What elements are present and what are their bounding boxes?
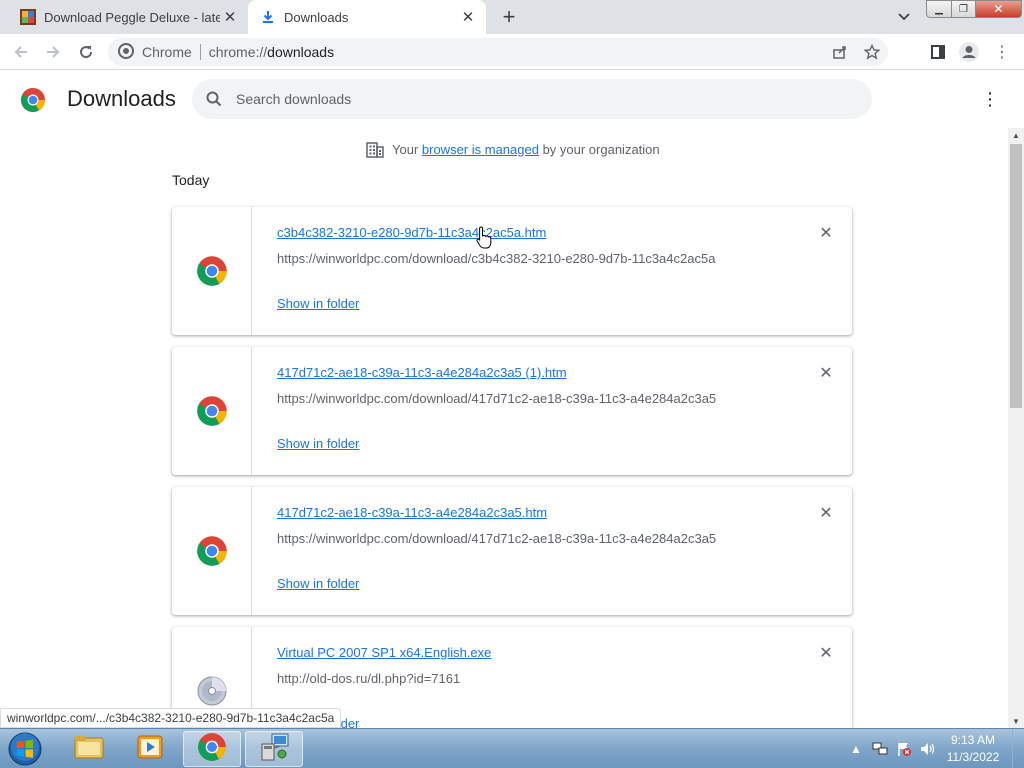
back-button[interactable] xyxy=(10,41,32,63)
new-tab-button[interactable]: + xyxy=(498,4,520,29)
more-actions-icon[interactable]: ⋮ xyxy=(978,87,1002,111)
download-source-url[interactable]: https://winworldpc.com/download/417d71c2… xyxy=(277,391,716,406)
profile-avatar[interactable] xyxy=(956,40,982,64)
section-header-today: Today xyxy=(172,172,210,188)
tab-search-icon[interactable] xyxy=(894,8,914,26)
windows-taskbar: ▲ 9:13 AM 11/3/2022 xyxy=(0,728,1024,768)
disc-file-icon xyxy=(196,675,228,707)
site-label: Chrome xyxy=(142,44,192,60)
show-in-folder-link[interactable]: Show in folder xyxy=(277,436,359,451)
download-item: 417d71c2-ae18-c39a-11c3-a4e284a2c3a5.htm… xyxy=(172,487,852,615)
window-close-button[interactable]: ✕ xyxy=(976,0,1022,18)
download-icon xyxy=(260,9,276,25)
show-desktop-button[interactable] xyxy=(1012,729,1024,768)
bookmark-star-icon[interactable] xyxy=(856,44,888,60)
address-bar[interactable]: Chrome chrome://downloads xyxy=(108,38,888,66)
chrome-file-icon xyxy=(196,255,228,287)
managed-link[interactable]: browser is managed xyxy=(422,142,539,157)
scrollbar-thumb[interactable] xyxy=(1010,144,1022,408)
downloads-header: Downloads ⋮ xyxy=(0,71,1024,127)
managed-prefix: Your xyxy=(392,141,422,157)
action-center-flag-icon[interactable] xyxy=(892,741,916,757)
close-tab-icon[interactable]: ✕ xyxy=(220,7,240,27)
remove-download-icon[interactable]: ✕ xyxy=(816,363,836,383)
link-status-bubble: winworldpc.com/.../c3b4c382-3210-e280-9d… xyxy=(0,708,342,728)
url-text[interactable]: chrome://downloads xyxy=(209,44,334,60)
search-input[interactable] xyxy=(236,91,736,107)
forward-button[interactable] xyxy=(42,41,64,63)
download-item: 417d71c2-ae18-c39a-11c3-a4e284a2c3a5 (1)… xyxy=(172,347,852,475)
start-button[interactable] xyxy=(4,731,46,767)
url-path: downloads xyxy=(267,44,335,60)
taskbar-chrome-button[interactable] xyxy=(183,731,241,767)
taskbar-explorer-button[interactable] xyxy=(60,731,118,767)
tab-title: Download Peggle Deluxe - latest xyxy=(44,9,220,25)
side-panel-icon[interactable] xyxy=(926,40,950,64)
clock-time: 9:13 AM xyxy=(950,733,996,747)
omnibox-divider xyxy=(199,44,201,60)
chrome-logo-icon xyxy=(20,87,46,113)
reload-button[interactable] xyxy=(75,41,97,63)
site-info[interactable]: Chrome xyxy=(118,42,192,62)
chrome-icon xyxy=(197,732,227,767)
download-item: c3b4c382-3210-e280-9d7b-11c3a4c2ac5a.htm… xyxy=(172,207,852,335)
minimize-button[interactable]: ▁ xyxy=(926,0,952,18)
window-controls: ▁ ❐ ✕ xyxy=(926,0,1022,18)
peggle-icon xyxy=(20,9,36,25)
file-icon-column xyxy=(172,347,252,475)
tab-downloads[interactable]: Downloads ✕ xyxy=(248,0,486,34)
show-in-folder-link[interactable]: Show in folder xyxy=(277,576,359,591)
page-title: Downloads xyxy=(67,86,176,111)
browser-toolbar: Chrome chrome://downloads ⋮ xyxy=(0,34,1024,70)
file-icon-column xyxy=(172,207,252,335)
download-filename-link[interactable]: Virtual PC 2007 SP1 x64.English.exe xyxy=(277,645,491,660)
download-filename-link[interactable]: 417d71c2-ae18-c39a-11c3-a4e284a2c3a5.htm xyxy=(277,505,547,520)
network-icon[interactable] xyxy=(868,742,892,756)
taskbar-media-player-button[interactable] xyxy=(121,731,179,767)
chrome-file-icon xyxy=(196,535,228,567)
taskbar-clock[interactable]: 9:13 AM 11/3/2022 xyxy=(940,732,1006,766)
tab-strip: Download Peggle Deluxe - latest ✕ Downlo… xyxy=(0,0,1024,34)
search-icon xyxy=(204,89,224,109)
remove-download-icon[interactable]: ✕ xyxy=(816,503,836,523)
tab-title: Downloads xyxy=(284,9,349,25)
restore-button[interactable]: ❐ xyxy=(952,0,976,18)
search-downloads-box[interactable] xyxy=(192,79,872,119)
file-icon-column xyxy=(172,487,252,615)
taskbar-network-app-button[interactable] xyxy=(245,731,303,767)
folder-icon xyxy=(74,734,104,765)
download-filename-link[interactable]: c3b4c382-3210-e280-9d7b-11c3a4c2ac5a.htm xyxy=(277,225,546,240)
media-player-icon xyxy=(136,733,164,766)
download-source-url[interactable]: https://winworldpc.com/download/c3b4c382… xyxy=(277,251,715,266)
show-hidden-icons-icon[interactable]: ▲ xyxy=(844,742,868,756)
remove-download-icon[interactable]: ✕ xyxy=(816,223,836,243)
volume-icon[interactable] xyxy=(916,742,940,756)
show-in-folder-link[interactable]: Show in folder xyxy=(277,296,359,311)
scroll-up-icon[interactable]: ▲ xyxy=(1008,128,1024,142)
managed-suffix: by your organization xyxy=(538,141,660,157)
tab-peggle[interactable]: Download Peggle Deluxe - latest ✕ xyxy=(8,0,248,34)
hand-cursor-icon xyxy=(476,226,492,250)
remove-download-icon[interactable]: ✕ xyxy=(816,643,836,663)
share-icon[interactable] xyxy=(824,44,856,60)
download-source-url[interactable]: https://winworldpc.com/download/417d71c2… xyxy=(277,531,716,546)
download-source-url[interactable]: http://old-dos.ru/dl.php?id=7161 xyxy=(277,671,460,686)
page-scrollbar[interactable]: ▲ ▼ xyxy=(1008,128,1024,728)
clock-date: 11/3/2022 xyxy=(946,750,1000,764)
computer-network-icon xyxy=(258,732,290,767)
chrome-file-icon xyxy=(196,395,228,427)
managed-notice: Your browser is managed by your organiza… xyxy=(366,140,660,158)
download-filename-link[interactable]: 417d71c2-ae18-c39a-11c3-a4e284a2c3a5 (1)… xyxy=(277,365,567,380)
scroll-down-icon[interactable]: ▼ xyxy=(1008,714,1024,728)
chrome-menu-icon[interactable]: ⋮ xyxy=(992,40,1012,64)
building-icon xyxy=(366,140,384,158)
system-tray: ▲ xyxy=(844,737,940,761)
url-scheme: chrome:// xyxy=(208,44,268,60)
close-tab-icon[interactable]: ✕ xyxy=(458,7,478,27)
chrome-icon xyxy=(118,42,134,62)
